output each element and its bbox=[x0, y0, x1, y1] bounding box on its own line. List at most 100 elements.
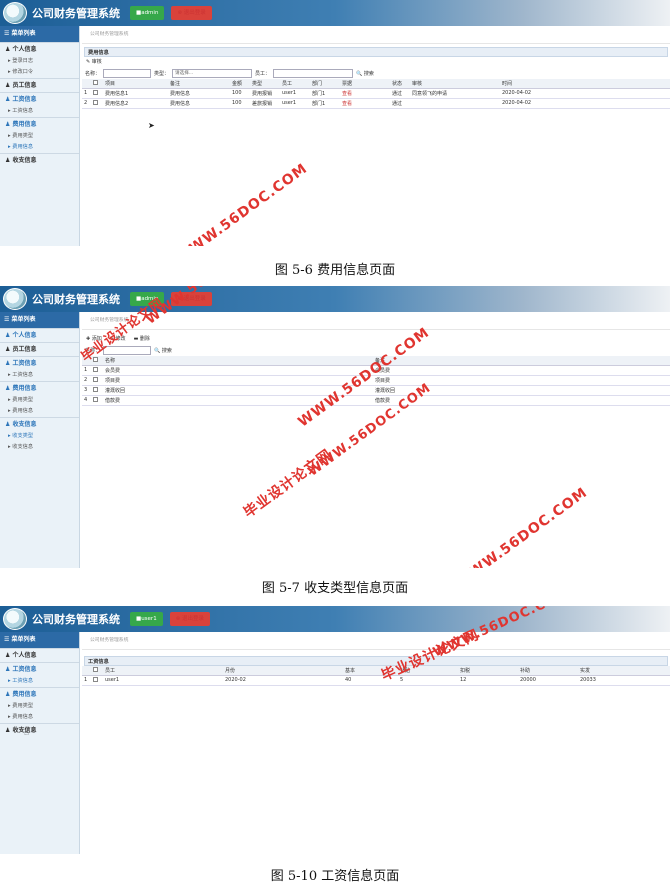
row-checkbox[interactable] bbox=[93, 99, 98, 105]
menu-header: ☰ 菜单列表 bbox=[0, 312, 79, 328]
row-checkbox[interactable] bbox=[93, 366, 98, 372]
sidebar-item[interactable]: ▸ 修改口令 bbox=[0, 67, 79, 78]
top-bar: 公司财务管理系统 ■user1 ⊗ 退出登录 bbox=[0, 606, 670, 632]
column-header: 实发 bbox=[578, 666, 670, 676]
column-header: 金额 bbox=[230, 79, 250, 89]
sidebar-section[interactable]: ♟ 工资信息 bbox=[0, 92, 79, 106]
table-cell: 1 bbox=[82, 675, 91, 686]
sidebar-section[interactable]: ♟ 个人信息 bbox=[0, 328, 79, 342]
mouse-cursor-icon: ➤ bbox=[148, 121, 155, 130]
sidebar-section[interactable]: ♟ 个人信息 bbox=[0, 42, 79, 56]
table-cell: 同意领飞的申请 bbox=[410, 88, 500, 99]
user-button[interactable]: ■user1 bbox=[130, 612, 163, 626]
sidebar: ☰ 菜单列表 ♟ 个人信息 ♟ 工资信息 ▸ 工资信息 ♟ 费用信息 ▸ 费用类型 ▸ 费… bbox=[0, 632, 80, 854]
sidebar-item[interactable]: ▸ 登录日志 bbox=[0, 56, 79, 67]
table-cell: 差旅报销 bbox=[250, 98, 280, 109]
breadcrumb: 公司财务管理系统 bbox=[82, 312, 670, 330]
name-input[interactable] bbox=[103, 68, 152, 78]
table-row[interactable]: 1 user1 2020-02 40 5 12 20000 20033 bbox=[82, 675, 670, 686]
delete-button[interactable]: ▬ 删除 bbox=[134, 334, 150, 344]
select-all-checkbox[interactable] bbox=[93, 79, 98, 85]
column-header: 扣税 bbox=[458, 666, 518, 676]
table-cell bbox=[91, 365, 103, 376]
sidebar-section[interactable]: ♟ 费用信息 bbox=[0, 687, 79, 701]
table-cell: 2020-04-02 bbox=[500, 98, 670, 109]
type-select[interactable]: 请选择... bbox=[172, 68, 253, 78]
table-cell: 5 bbox=[398, 675, 458, 686]
column-header: 月份 bbox=[223, 666, 343, 676]
view-receipt-link[interactable]: 查看 bbox=[340, 98, 390, 109]
search-button[interactable]: 🔍 搜索 bbox=[356, 70, 374, 77]
column-header: 审核 bbox=[410, 79, 500, 89]
column-header: 票据 bbox=[340, 79, 390, 89]
screenshot-salary-info: 公司财务管理系统 ■user1 ⊗ 退出登录 ☰ 菜单列表 ♟ 个人信息 ♟ 工资… bbox=[0, 606, 670, 854]
sidebar-item[interactable]: ▸ 收支类型 bbox=[0, 431, 79, 442]
sidebar-section[interactable]: ♟ 收支信息 bbox=[0, 417, 79, 431]
row-checkbox[interactable] bbox=[93, 396, 98, 402]
sidebar-section[interactable]: ♟ 费用信息 bbox=[0, 117, 79, 131]
user-button[interactable]: ■admin bbox=[130, 6, 165, 20]
sidebar-item[interactable]: ▸ 工资信息 bbox=[0, 676, 79, 687]
column-header bbox=[91, 79, 103, 89]
column-header: 状态 bbox=[390, 79, 410, 89]
table-cell: 2020-04-02 bbox=[500, 88, 670, 99]
table-cell bbox=[91, 395, 103, 406]
audit-button[interactable]: ✎ 审核 bbox=[86, 57, 102, 67]
sidebar-item[interactable]: ▸ 费用类型 bbox=[0, 131, 79, 142]
view-receipt-link[interactable]: 查看 bbox=[340, 88, 390, 99]
app-logo-icon bbox=[3, 608, 27, 630]
toolbar: ✚ 添加 ✎ 修改 ▬ 删除 bbox=[82, 334, 670, 344]
row-checkbox[interactable] bbox=[93, 376, 98, 382]
employee-label: 员工： bbox=[255, 70, 271, 77]
logout-button[interactable]: ⊗ 退出登录 bbox=[171, 6, 212, 20]
screenshot-expense-info: 公司财务管理系统 ■admin ⊗ 退出登录 ☰ 菜单列表 ♟ 个人信息 ▸ 登录… bbox=[0, 0, 670, 246]
column-header: 时间 bbox=[500, 79, 670, 89]
logout-button[interactable]: ⊗ 退出登录 bbox=[169, 612, 211, 626]
table-row[interactable]: 1 费用信息1 费用信息 100 费用报销 user1 部门1 查看 通过 同意领飞的申请 2020… bbox=[82, 88, 670, 99]
sidebar-section[interactable]: ♟ 收支信息 bbox=[0, 153, 79, 167]
top-bar: 公司财务管理系统 ■admin ⊗ 退出登录 bbox=[0, 286, 670, 312]
main-content: 公司财务管理系统 费用信息 ✎ 审核 名称： 类型： 请选择... 员工： 🔍 … bbox=[82, 26, 670, 246]
sidebar-item[interactable]: ▸ 费用信息 bbox=[0, 406, 79, 417]
sidebar-section[interactable]: ♟ 费用信息 bbox=[0, 381, 79, 395]
app-logo-icon bbox=[3, 2, 27, 24]
sidebar-item[interactable]: ▸ 费用信息 bbox=[0, 712, 79, 723]
sidebar-section[interactable]: ♟ 工资信息 bbox=[0, 356, 79, 370]
column-header: 员工 bbox=[103, 666, 223, 676]
sidebar-item[interactable]: ▸ 费用类型 bbox=[0, 701, 79, 712]
column-header bbox=[82, 666, 91, 676]
table-cell: 2 bbox=[82, 98, 91, 109]
salary-table: 员工 月份 基本 补贴 扣税 补助 实发 1 user1 2020-02 40 5 12 20000 20… bbox=[82, 666, 670, 686]
column-header: 部门 bbox=[310, 79, 340, 89]
sidebar-item[interactable]: ▸ 收支信息 bbox=[0, 442, 79, 453]
sidebar-item[interactable]: ▸ 工资信息 bbox=[0, 370, 79, 381]
employee-select[interactable] bbox=[273, 68, 354, 78]
table-row[interactable]: 4 借款费 借款费 bbox=[82, 395, 670, 406]
expense-table: 项目 备注 金额 类型 员工 部门 票据 状态 审核 时间 1 费用信息1 费用信息 100 费用报销 us… bbox=[82, 79, 670, 109]
toolbar: ✎ 审核 bbox=[82, 57, 670, 67]
sidebar-section[interactable]: ♟ 工资信息 bbox=[0, 662, 79, 676]
sidebar-section[interactable]: ♟ 个人信息 bbox=[0, 648, 79, 662]
sidebar-section[interactable]: ♟ 收支信息 bbox=[0, 723, 79, 737]
table-cell: user1 bbox=[280, 98, 310, 109]
select-all-checkbox[interactable] bbox=[93, 666, 98, 672]
search-bar: 名称： 🔍 搜索 bbox=[82, 344, 670, 356]
search-button[interactable]: 🔍 搜索 bbox=[154, 347, 172, 354]
row-checkbox[interactable] bbox=[93, 386, 98, 392]
menu-header: ☰ 菜单列表 bbox=[0, 26, 79, 42]
table-cell: 20033 bbox=[578, 675, 670, 686]
table-row[interactable]: 3 灌溉收回 灌溉收回 bbox=[82, 385, 670, 396]
sidebar-item[interactable]: ▸ 费用信息 bbox=[0, 142, 79, 153]
row-checkbox[interactable] bbox=[93, 89, 98, 95]
table-cell: 会员费 bbox=[373, 365, 670, 376]
table-row[interactable]: 2 费用信息2 费用信息 100 差旅报销 user1 部门1 查看 通过 2020-04-02 bbox=[82, 98, 670, 109]
table-cell bbox=[91, 375, 103, 386]
sidebar-item[interactable]: ▸ 工资信息 bbox=[0, 106, 79, 117]
sidebar: ☰ 菜单列表 ♟ 个人信息 ♟ 员工信息 ♟ 工资信息 ▸ 工资信息 ♟ 费用信息 ▸ 费… bbox=[0, 312, 80, 568]
sidebar-section[interactable]: ♟ 员工信息 bbox=[0, 342, 79, 356]
sidebar-item[interactable]: ▸ 费用类型 bbox=[0, 395, 79, 406]
sidebar-section[interactable]: ♟ 员工信息 bbox=[0, 78, 79, 92]
row-checkbox[interactable] bbox=[93, 676, 98, 682]
table-cell: 会员费 bbox=[103, 365, 373, 376]
table-cell: 费用报销 bbox=[250, 88, 280, 99]
